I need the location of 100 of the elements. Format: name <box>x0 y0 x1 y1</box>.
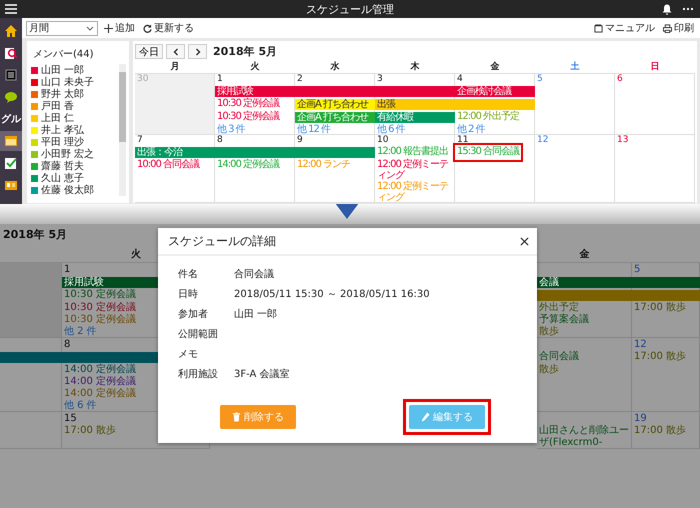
event-text[interactable]: 12:00 定例ミーティング <box>376 181 454 203</box>
event-text[interactable]: 10:00 合同会議 <box>136 159 200 181</box>
checkbox-icon <box>4 156 18 170</box>
menu-icon[interactable] <box>5 4 17 14</box>
event-text[interactable]: 10:30 定例会議 <box>216 98 280 111</box>
event-text[interactable]: 17:00 散歩 <box>63 425 117 449</box>
event-text[interactable]: 15:30 合同会議 <box>456 146 520 159</box>
weekday-header: 月 <box>170 60 180 73</box>
pencil-icon <box>421 412 430 422</box>
event-bar[interactable]: 企画A 打ち合わせ <box>295 112 375 123</box>
event-text[interactable]: 10:30 定例会議 <box>63 314 137 326</box>
event-text[interactable]: 17:00 散歩 <box>633 425 687 449</box>
event-text[interactable]: 山田さんと削除ユーザ(Flexcrm0- <box>538 425 631 449</box>
down-arrow-icon <box>335 204 359 219</box>
member-name[interactable]: 山口 未央子 <box>41 75 94 89</box>
more-icon[interactable] <box>682 7 694 11</box>
field-label: 参加者 <box>178 308 208 321</box>
date-number: 8 <box>216 135 224 146</box>
member-heading: メンバー(44) <box>33 49 94 60</box>
weekday-header: 土 <box>570 60 580 73</box>
next-button[interactable] <box>188 44 207 59</box>
search-icon <box>4 46 18 60</box>
date-number: 19 <box>633 412 648 425</box>
date-number: 12 <box>536 135 550 146</box>
event-bar[interactable]: 企画検討会議 <box>455 86 535 97</box>
view-select[interactable]: 月間 <box>26 20 98 36</box>
add-button[interactable]: 追加 <box>102 21 137 35</box>
member-name[interactable]: 野井 太郎 <box>41 87 84 101</box>
book-icon <box>594 24 603 32</box>
weekday-header: 日 <box>650 61 660 73</box>
previous-button[interactable] <box>166 44 185 59</box>
delete-button[interactable]: 削除する <box>220 405 296 429</box>
refresh-button[interactable]: 更新する <box>141 21 196 35</box>
field-value: 3F-A 会議室 <box>234 368 290 381</box>
event-text[interactable]: 合同会議 <box>538 351 580 364</box>
event-bar[interactable]: 出張：今治 <box>135 147 215 158</box>
more-link[interactable]: 他 12 件 <box>295 124 332 135</box>
event-text[interactable]: 10:30 定例会議 <box>63 289 137 302</box>
member-name[interactable]: 平田 理沙 <box>41 135 84 149</box>
event-text[interactable]: 12:00 ランチ <box>296 159 351 181</box>
event-bar[interactable]: 会議 <box>537 277 632 288</box>
event-text[interactable]: 12:00 外出予定 <box>456 111 520 124</box>
date-number: 3 <box>376 74 384 85</box>
date-number: 9 <box>296 135 304 146</box>
event-text[interactable]: 予算案会議 <box>538 314 590 326</box>
field-label: 公開範囲 <box>178 328 218 341</box>
month-title: 2018年 5月 <box>213 44 278 59</box>
event-bar[interactable]: 企画A 打ち合わせ <box>295 99 375 110</box>
printer-icon <box>663 24 672 32</box>
member-name[interactable]: 齋藤 哲夫 <box>41 159 84 173</box>
more-link[interactable]: 他 6 件 <box>375 124 407 135</box>
member-name[interactable]: 井上 孝弘 <box>41 123 84 137</box>
more-link[interactable]: 他 6 件 <box>62 400 99 412</box>
event-bar[interactable]: 出張 <box>375 99 455 110</box>
chevron-left-icon <box>172 48 178 56</box>
scrollbar[interactable] <box>119 64 126 196</box>
field-value: 合同会議 <box>234 268 274 281</box>
print-link[interactable]: 印刷 <box>661 21 696 35</box>
today-button[interactable]: 今日 <box>135 44 163 59</box>
event-text[interactable]: 12:00 報告書提出 <box>376 146 449 159</box>
event-text[interactable]: 10:30 定例会議 <box>216 111 280 124</box>
event-text[interactable]: 14:00 定例会議 <box>216 159 280 181</box>
event-text[interactable]: 17:00 散歩 <box>633 302 687 314</box>
weekday-header: 金 <box>490 60 500 73</box>
date-number: 30 <box>136 74 150 85</box>
event-text[interactable]: 12:00 定例ミーティング <box>376 159 454 181</box>
close-icon[interactable] <box>520 236 529 246</box>
trash-icon <box>232 412 241 422</box>
date-number: 1 <box>216 74 224 85</box>
event-bar[interactable]: 採用試験 <box>215 86 295 97</box>
member-name[interactable]: 小田野 宏之 <box>41 147 94 161</box>
more-link[interactable]: 他 2 件 <box>62 326 99 338</box>
more-link[interactable]: 他 2 件 <box>455 124 487 135</box>
member-name[interactable]: 戸田 香 <box>41 99 74 113</box>
member-name[interactable]: 上田 仁 <box>41 111 74 125</box>
date-number: 10 <box>376 135 390 146</box>
event-text[interactable]: 14:00 定例会議 <box>63 376 137 388</box>
chat-bubble-icon <box>4 90 18 104</box>
document-icon <box>4 68 18 82</box>
event-text[interactable]: 17:00 散歩 <box>633 351 687 364</box>
event-bar[interactable]: 有給休暇 <box>375 112 455 123</box>
edit-button[interactable]: 編集する <box>409 405 485 429</box>
date-number: 11 <box>456 135 470 146</box>
field-label: メモ <box>178 348 198 361</box>
event-text[interactable]: 14:00 定例会議 <box>63 364 137 376</box>
event-text[interactable]: 14:00 定例会議 <box>63 388 137 400</box>
manual-link[interactable]: マニュアル <box>592 21 657 35</box>
bell-icon[interactable] <box>662 4 672 14</box>
date-number: 12 <box>633 338 648 351</box>
event-text[interactable]: 10:30 定例会議 <box>63 302 137 314</box>
field-label: 利用施設 <box>178 368 218 381</box>
field-value: 山田 一郎 <box>234 308 278 321</box>
event-text[interactable]: 散歩 <box>538 364 560 376</box>
rail-item[interactable]: グル <box>0 109 22 129</box>
member-name[interactable]: 佐藤 俊太郎 <box>41 183 94 197</box>
more-link[interactable]: 他 3 件 <box>215 124 247 135</box>
member-name[interactable]: 山田 一郎 <box>41 63 84 77</box>
event-text[interactable]: 散歩 <box>538 326 560 338</box>
member-name[interactable]: 久山 恵子 <box>41 171 84 185</box>
event-text[interactable]: 外出予定 <box>538 302 580 314</box>
